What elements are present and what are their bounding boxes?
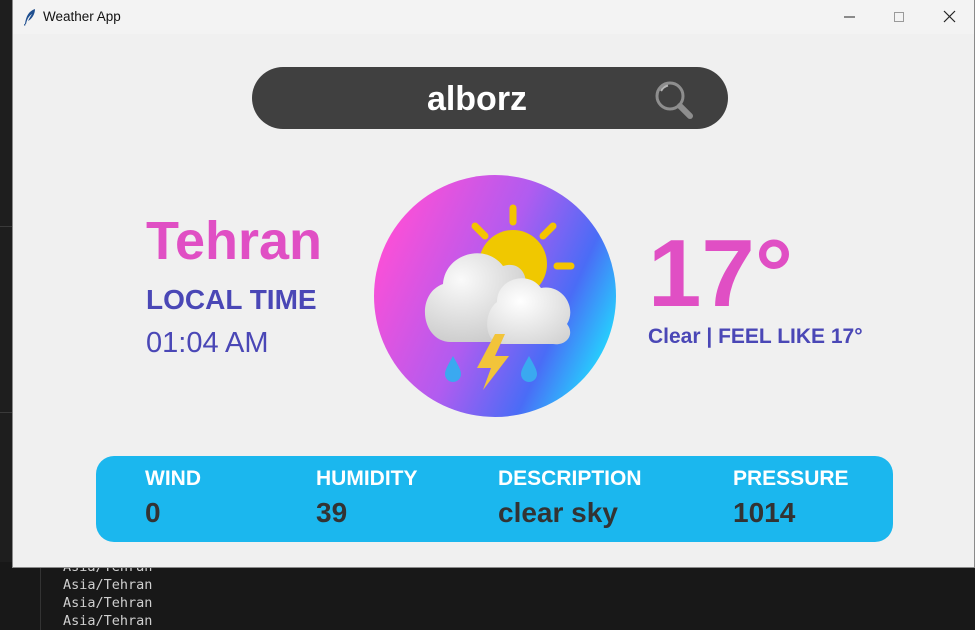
terminal-gutter: [40, 562, 41, 630]
description-label: DESCRIPTION: [498, 467, 642, 490]
terminal-line: Asia/Tehran: [63, 577, 153, 593]
close-icon: [943, 10, 956, 23]
terminal-line: Asia/Tehran: [63, 595, 153, 611]
local-time: 01:04 AM: [146, 327, 269, 359]
search-bar: [252, 67, 728, 129]
humidity-value: 39: [316, 497, 348, 528]
maximize-icon: [894, 12, 904, 22]
title-bar[interactable]: Weather App: [13, 0, 974, 34]
window-title: Weather App: [43, 9, 121, 24]
local-time-label: LOCAL TIME: [146, 284, 317, 315]
stats-panel: WIND 0 HUMIDITY 39 DESCRIPTION clear sky…: [96, 456, 893, 542]
minimize-button[interactable]: [827, 0, 873, 34]
feather-icon: [23, 9, 35, 26]
main-content: Tehran LOCAL TIME 01:04 AM: [13, 34, 974, 567]
minimize-icon: [844, 16, 855, 18]
background-editor-edge: [0, 0, 12, 630]
wind-value: 0: [145, 497, 161, 528]
app-window: Weather App Tehran: [12, 0, 975, 568]
city-name: Tehran: [146, 211, 323, 271]
condition-feels-like: Clear | FEEL LIKE 17°: [648, 325, 863, 348]
search-input[interactable]: [312, 75, 642, 123]
background-divider: [0, 412, 12, 413]
wind-label: WIND: [145, 467, 201, 490]
pressure-value: 1014: [733, 497, 796, 528]
pressure-label: PRESSURE: [733, 467, 849, 490]
thunderstorm-sun-cloud-icon: [374, 175, 616, 417]
humidity-label: HUMIDITY: [316, 467, 418, 490]
terminal-output: Asia/Tehran Asia/Tehran Asia/Tehran Asia…: [0, 559, 975, 630]
description-value: clear sky: [498, 497, 618, 528]
temperature: 17°: [648, 220, 794, 327]
close-button[interactable]: [927, 0, 973, 34]
terminal-line: Asia/Tehran: [63, 613, 153, 629]
maximize-button[interactable]: [877, 0, 923, 34]
background-divider: [0, 226, 12, 227]
search-icon[interactable]: [652, 79, 698, 121]
